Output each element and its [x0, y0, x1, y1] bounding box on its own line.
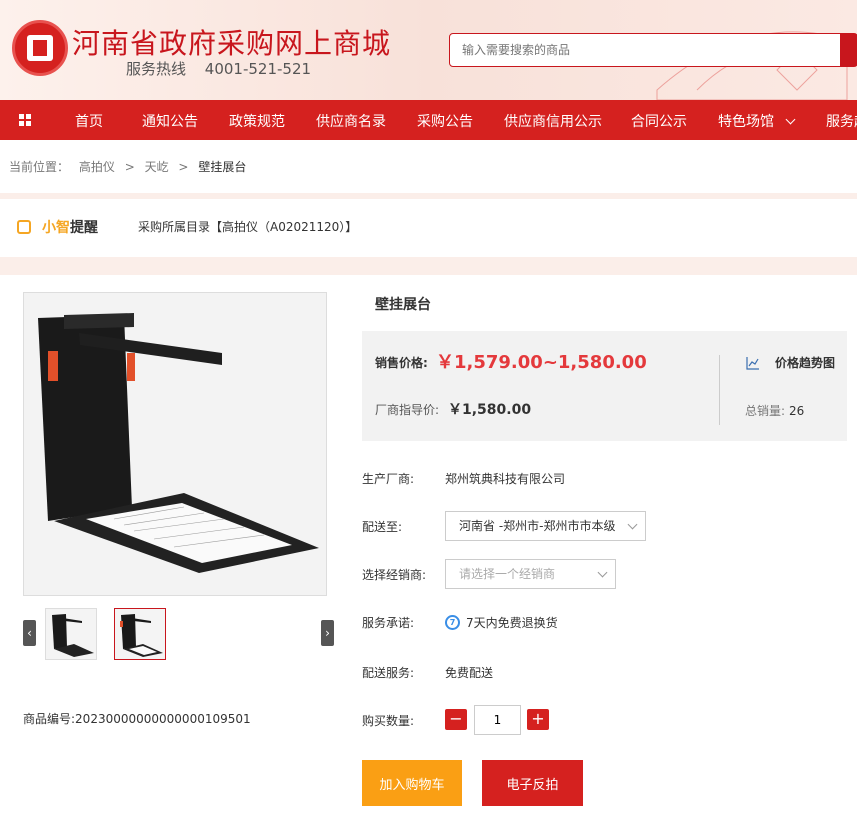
sku-value: 20230000000000000109501 — [75, 712, 251, 726]
nav-item-procurement[interactable]: 采购公告 — [417, 111, 473, 131]
chevron-down-icon — [786, 114, 796, 125]
delivery-service-value: 免费配送 — [445, 666, 494, 680]
total-sales-label: 总销量: — [745, 404, 786, 418]
quantity-increase-button[interactable]: + — [527, 709, 549, 730]
breadcrumb-label: 当前位置： — [9, 160, 70, 174]
manufacturer-value: 郑州筑典科技有限公司 — [445, 472, 566, 486]
grid-icon[interactable] — [19, 114, 31, 126]
tip-brand-xz: 小智 — [42, 220, 70, 236]
chevron-down-icon — [627, 519, 638, 530]
dealer-label: 选择经销商: — [362, 568, 427, 582]
gallery-next-button[interactable]: › — [321, 620, 334, 646]
site-logo[interactable] — [12, 20, 68, 76]
add-to-cart-button[interactable]: 加入购物车 — [362, 760, 462, 806]
nav-item-suppliers[interactable]: 供应商名录 — [316, 111, 386, 131]
sale-price-label: 销售价格: — [375, 356, 428, 370]
tip-bar: 小智 提醒 采购所属目录【高拍仪（A02021120）】 — [0, 193, 857, 257]
search-input[interactable] — [450, 34, 848, 66]
nav-item-home[interactable]: 首页 — [75, 111, 103, 131]
chevron-down-icon — [597, 567, 608, 578]
hotline-label: 服务热线 — [126, 60, 187, 78]
product-main-image[interactable] — [23, 292, 327, 596]
breadcrumb-separator: > — [178, 160, 189, 174]
site-header: 河南省政府采购网上商城 服务热线 4001-521-521 — [0, 0, 857, 100]
manufacturer-label: 生产厂商: — [362, 472, 415, 486]
hotline-number: 4001-521-521 — [204, 60, 312, 78]
breadcrumb-item-current: 壁挂展台 — [198, 160, 247, 174]
thumbnail-image — [120, 614, 163, 657]
procurement-category: 采购所属目录【高拍仪（A02021120）】 — [138, 220, 358, 234]
dealer-select[interactable]: 请选择一个经销商 — [445, 559, 616, 589]
tip-brand-tx: 提醒 — [70, 220, 98, 236]
quantity-label: 购买数量: — [362, 714, 415, 728]
product-sku: 商品编号:20230000000000000109501 — [23, 710, 251, 727]
nav-item-contract[interactable]: 合同公示 — [631, 111, 687, 131]
nav-item-featured[interactable]: 特色场馆 — [718, 111, 796, 131]
search-box — [449, 33, 857, 67]
gallery-prev-button[interactable]: ‹ — [23, 620, 36, 646]
search-button[interactable] — [840, 33, 857, 67]
delivery-to-label: 配送至: — [362, 520, 403, 534]
total-sales: 总销量: 26 — [745, 402, 804, 419]
e-auction-button[interactable]: 电子反拍 — [482, 760, 583, 806]
sku-label: 商品编号: — [23, 712, 76, 726]
delivery-region-select[interactable]: 河南省 -郑州市-郑州市市本级 — [445, 511, 646, 541]
guide-price-label: 厂商指导价: — [375, 403, 440, 417]
delivery-service-label: 配送服务: — [362, 666, 415, 680]
guide-price: ￥1,580.00 — [448, 402, 532, 418]
trend-chart-icon[interactable] — [746, 356, 760, 370]
breadcrumb-item-brand[interactable]: 天屹 — [145, 160, 169, 174]
quantity-input[interactable] — [474, 705, 521, 735]
breadcrumb: 当前位置： 高拍仪 > 天屹 > 壁挂展台 — [9, 158, 252, 175]
nav-item-service[interactable]: 服务超 — [826, 111, 857, 131]
dealer-placeholder: 请选择一个经销商 — [459, 567, 556, 581]
product-photo — [24, 293, 326, 595]
price-trend-link[interactable]: 价格趋势图 — [775, 354, 835, 371]
service-label: 服务承诺: — [362, 616, 415, 630]
quantity-decrease-button[interactable]: − — [445, 709, 467, 730]
nav-item-notice[interactable]: 通知公告 — [142, 111, 198, 131]
nav-item-featured-label: 特色场馆 — [718, 114, 774, 130]
product-name: 壁挂展台 — [375, 297, 431, 313]
total-sales-value: 26 — [789, 404, 805, 418]
nav-item-policy[interactable]: 政策规范 — [229, 111, 285, 131]
robot-icon — [17, 220, 31, 234]
thumbnail-2[interactable] — [114, 608, 166, 660]
divider — [0, 257, 857, 275]
main-nav: 首页 通知公告 政策规范 供应商名录 采购公告 供应商信用公示 合同公示 特色场… — [0, 100, 857, 140]
delivery-region-value: 河南省 -郑州市-郑州市市本级 — [459, 519, 616, 533]
service-value: 7天内免费退换货 — [466, 616, 558, 630]
thumbnail-image — [52, 614, 94, 657]
hotline: 服务热线 4001-521-521 — [126, 58, 325, 79]
price-box: 销售价格: ￥1,579.00~1,580.00 厂商指导价: ￥1,580.0… — [362, 331, 847, 441]
return-service-icon: 7 — [445, 615, 460, 630]
site-title: 河南省政府采购网上商城 — [72, 27, 392, 60]
breadcrumb-separator: > — [124, 160, 135, 174]
breadcrumb-item-category[interactable]: 高拍仪 — [79, 160, 115, 174]
nav-item-credit[interactable]: 供应商信用公示 — [504, 111, 602, 131]
divider — [719, 355, 720, 425]
thumbnail-1[interactable] — [45, 608, 97, 660]
sale-price: ￥1,579.00~1,580.00 — [436, 352, 647, 373]
